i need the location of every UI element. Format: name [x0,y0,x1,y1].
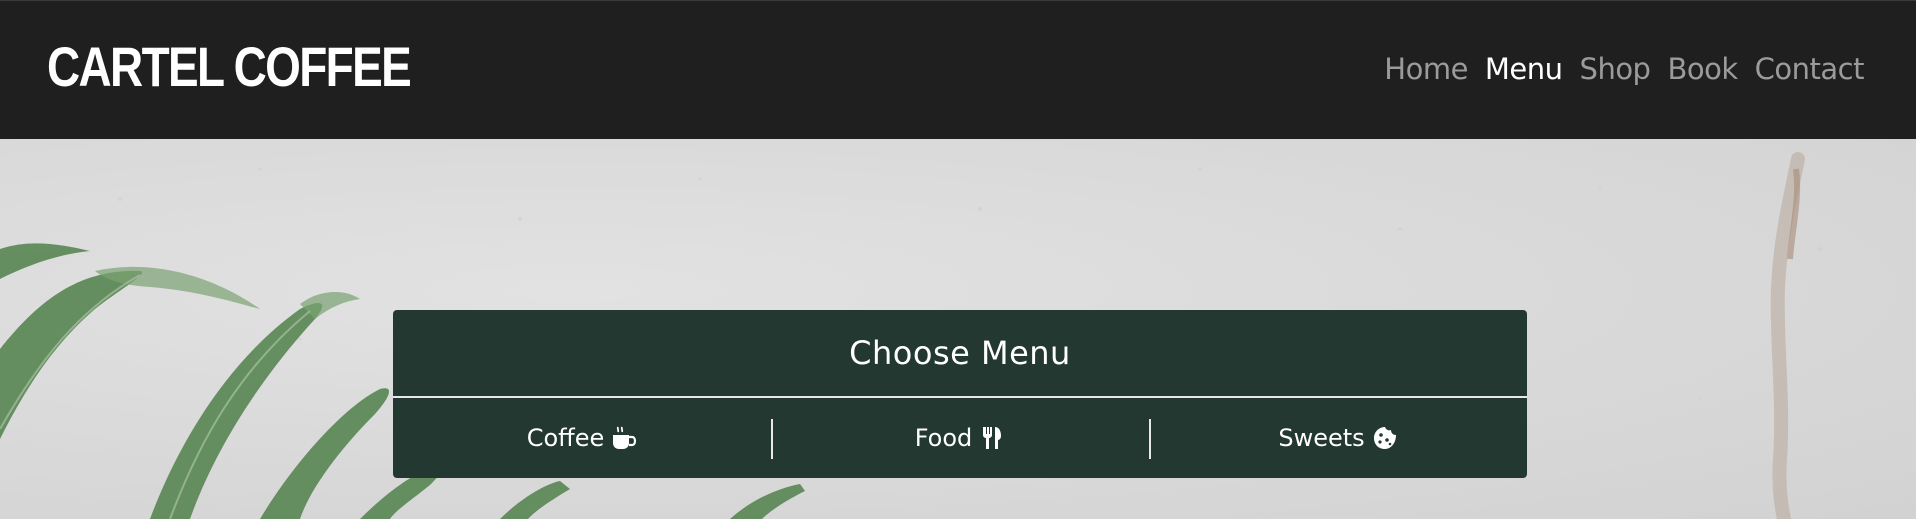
menu-options: Coffee Food Sweets [393,398,1527,478]
utensils-icon [979,425,1005,451]
page: CARTEL COFFEE Home Menu Shop Book Contac… [0,0,1916,519]
menu-option-coffee[interactable]: Coffee [393,398,771,478]
menu-option-sweets[interactable]: Sweets [1149,398,1527,478]
cookie-icon [1372,425,1398,451]
site-header: CARTEL COFFEE Home Menu Shop Book Contac… [0,0,1916,139]
menu-option-food-label: Food [914,424,973,452]
menu-panel-title: Choose Menu [849,333,1071,372]
main-nav: Home Menu Shop Book Contact [1384,49,1864,89]
nav-link-menu[interactable]: Menu [1485,49,1563,89]
menu-option-coffee-label: Coffee [526,424,605,452]
nav-link-contact[interactable]: Contact [1755,49,1865,89]
menu-option-sweets-label: Sweets [1278,424,1365,452]
coffee-cup-icon [611,425,637,451]
nav-link-shop[interactable]: Shop [1580,49,1651,89]
brand-logo[interactable]: CARTEL COFFEE [47,35,412,99]
nav-link-home[interactable]: Home [1384,49,1468,89]
choose-menu-panel: Choose Menu Coffee Food Sweets [393,310,1527,478]
menu-option-food[interactable]: Food [771,398,1149,478]
nav-link-book[interactable]: Book [1667,49,1738,89]
